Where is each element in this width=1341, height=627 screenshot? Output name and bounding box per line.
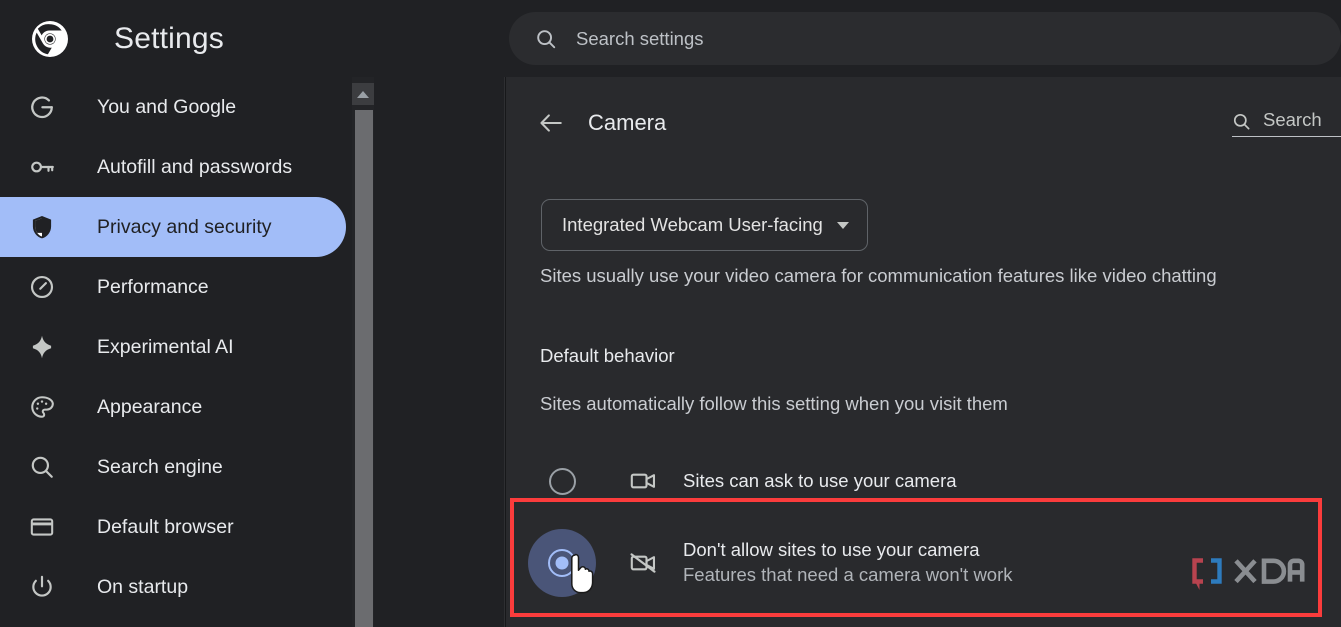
radio-unselected-icon <box>548 467 576 495</box>
default-behavior-description: Sites automatically follow this setting … <box>540 393 1008 414</box>
app-title: Settings <box>114 21 224 55</box>
sidebar-item-label: Appearance <box>97 395 203 418</box>
content-header: Camera <box>506 77 1341 149</box>
radio-ask[interactable] <box>524 443 600 519</box>
browser-window-icon <box>29 514 55 540</box>
key-icon <box>29 154 55 180</box>
video-camera-off-icon <box>629 549 657 577</box>
sidebar-item-default-browser[interactable]: Default browser <box>0 497 346 557</box>
chevron-down-icon <box>836 221 849 229</box>
sidebar-item-label: Search engine <box>97 455 223 478</box>
search-input[interactable] <box>576 27 1276 50</box>
option-ask-texts: Sites can ask to use your camera <box>683 469 957 494</box>
sidebar-item-label: Privacy and security <box>97 215 272 238</box>
content-pane: Camera Integrated Webcam User-facing Sit… <box>506 77 1341 627</box>
page-title: Camera <box>588 110 667 135</box>
sidebar: You and Google Autofill and passwords Pr… <box>0 77 505 627</box>
power-icon <box>29 574 55 600</box>
sidebar-item-label: Performance <box>97 275 209 298</box>
palette-icon <box>29 394 55 420</box>
search-icon <box>29 454 55 480</box>
video-camera-icon <box>629 467 657 495</box>
option-row-ask[interactable]: Sites can ask to use your camera <box>506 453 1341 509</box>
brand-area: Settings <box>0 0 505 77</box>
sidebar-item-on-startup[interactable]: On startup <box>0 557 346 617</box>
search-icon <box>535 28 557 50</box>
chevron-up-icon <box>357 90 369 98</box>
sidebar-item-label: On startup <box>97 575 189 598</box>
content-search-box[interactable] <box>1232 109 1341 137</box>
sidebar-item-search-engine[interactable]: Search engine <box>0 437 346 497</box>
sidebar-item-appearance[interactable]: Appearance <box>0 377 346 437</box>
scrollbar-up-button[interactable] <box>352 83 374 105</box>
camera-description: Sites usually use your video camera for … <box>540 265 1217 286</box>
xda-bracket-left-tail <box>1194 580 1200 590</box>
sparkle-icon <box>29 334 55 360</box>
sidebar-item-label: Autofill and passwords <box>97 155 293 178</box>
sidebar-scrollbar[interactable] <box>352 77 374 627</box>
sidebar-item-autofill-and-passwords[interactable]: Autofill and passwords <box>0 137 346 197</box>
radio-block[interactable] <box>524 525 600 601</box>
camera-device-dropdown[interactable]: Integrated Webcam User-facing <box>541 199 868 251</box>
option-title: Don't allow sites to use your camera <box>683 539 980 561</box>
radio-selected-icon <box>548 549 576 577</box>
sidebar-item-performance[interactable]: Performance <box>0 257 346 317</box>
xda-wordmark <box>1234 558 1305 584</box>
option-block-texts: Don't allow sites to use your camera Fea… <box>683 538 1013 588</box>
sidebar-item-label: You and Google <box>97 95 237 118</box>
radio-dot <box>555 556 569 570</box>
sidebar-nav: You and Google Autofill and passwords Pr… <box>0 77 352 627</box>
option-subtitle: Features that need a camera won't work <box>683 564 1013 585</box>
arrow-left-icon[interactable] <box>538 110 564 136</box>
google-g-icon <box>29 94 55 120</box>
sidebar-item-privacy-and-security[interactable]: Privacy and security <box>0 197 346 257</box>
xda-watermark <box>1189 556 1319 594</box>
option-title: Sites can ask to use your camera <box>683 469 957 491</box>
search-icon <box>1232 112 1251 131</box>
default-behavior-title: Default behavior <box>540 345 675 366</box>
chrome-logo-icon <box>30 19 70 59</box>
sidebar-item-experimental-ai[interactable]: Experimental AI <box>0 317 346 377</box>
sidebar-item-label: Default browser <box>97 515 234 538</box>
sidebar-item-label: Experimental AI <box>97 335 234 358</box>
xda-bracket-left <box>1192 558 1203 584</box>
scrollbar-thumb[interactable] <box>355 110 373 627</box>
speedometer-icon <box>29 274 55 300</box>
sidebar-item-you-and-google[interactable]: You and Google <box>0 77 346 137</box>
app-header: Settings <box>0 0 1341 77</box>
shield-icon <box>29 214 55 240</box>
settings-search-box[interactable] <box>509 12 1341 65</box>
xda-bracket-right <box>1211 558 1222 584</box>
content-search-input[interactable] <box>1263 109 1341 131</box>
camera-device-value: Integrated Webcam User-facing <box>562 214 823 235</box>
